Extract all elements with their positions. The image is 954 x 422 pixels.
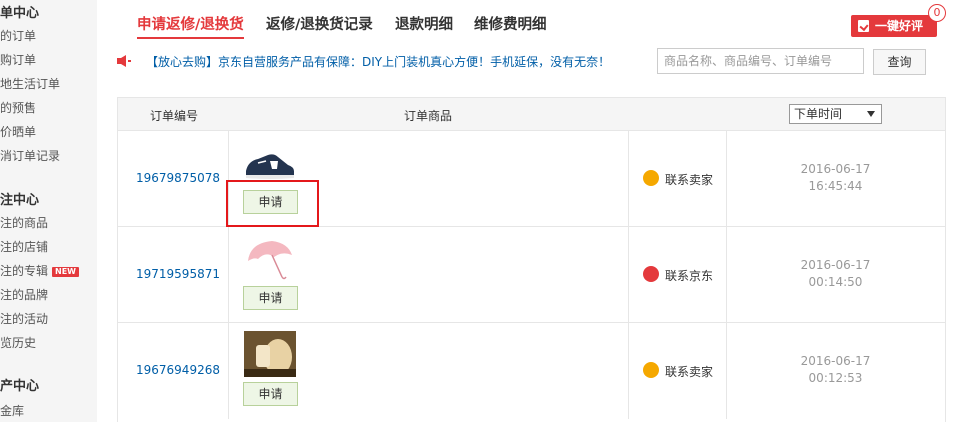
column-divider	[228, 227, 229, 323]
order-number-link[interactable]: 19676949268	[136, 363, 220, 377]
sidebar-item-followed-brands[interactable]: 注的品牌	[0, 286, 48, 303]
sidebar-item-browse-history[interactable]: 览历史	[0, 334, 36, 351]
night-light-image[interactable]	[244, 331, 296, 377]
apply-button[interactable]: 申请	[243, 286, 298, 310]
order-date: 2016-06-17	[800, 354, 871, 368]
checkbox-icon	[858, 20, 869, 32]
column-divider	[228, 323, 229, 419]
tab-apply-return[interactable]: 申请返修/退换货	[137, 13, 244, 39]
sidebar-item-my-orders[interactable]: 的订单	[0, 27, 36, 44]
search-input[interactable]	[657, 48, 864, 74]
sidebar-group-follow: 注中心	[0, 193, 40, 208]
sneaker-image[interactable]	[244, 139, 296, 185]
contact-label: 联系京东	[665, 269, 714, 283]
sort-select-value: 下单时间	[794, 107, 843, 121]
order-number-link[interactable]: 19719595871	[136, 267, 220, 281]
table-row: 19719595871 申请 联系京东 2016-06-17 00:14:50	[118, 226, 945, 323]
header-product: 订单商品	[404, 109, 453, 123]
order-clock: 16:45:44	[808, 179, 863, 193]
chat-icon	[643, 266, 659, 282]
column-divider	[628, 227, 629, 323]
order-table: 订单编号 订单商品 下单时间 19679875078 申请 联系卖家 2016-…	[117, 97, 946, 422]
tab-repair-fee-details[interactable]: 维修费明细	[474, 13, 547, 34]
sidebar-item-followed-shops[interactable]: 注的店铺	[0, 238, 48, 255]
sidebar-item-followed-products[interactable]: 注的商品	[0, 214, 48, 231]
order-date: 2016-06-17	[800, 258, 871, 272]
order-time: 2016-06-17 00:12:53	[726, 353, 945, 387]
search-button[interactable]: 查询	[873, 49, 926, 75]
sidebar-item-reviews[interactable]: 价晒单	[0, 123, 36, 140]
one-click-review-button[interactable]: 一键好评	[851, 15, 937, 37]
header-order-no: 订单编号	[150, 109, 199, 123]
sidebar: 单中心 的订单 购订单 地生活订单 的预售 价晒单 消订单记录 注中心 注的商品…	[0, 0, 97, 422]
highlight-annotation	[226, 180, 319, 227]
sidebar-item-label: 注的专辑	[0, 264, 49, 278]
sidebar-item-followed-albums[interactable]: 注的专辑 NEW	[0, 262, 79, 279]
chat-icon	[643, 362, 659, 378]
order-date: 2016-06-17	[800, 162, 871, 176]
contact-label: 联系卖家	[665, 365, 714, 379]
chat-icon	[643, 170, 659, 186]
table-header: 订单编号 订单商品 下单时间	[118, 98, 945, 130]
order-clock: 00:14:50	[808, 275, 863, 289]
review-count-badge: 0	[928, 4, 946, 22]
sidebar-group-assets: 产中心	[0, 379, 40, 394]
sidebar-item-cancelled-orders[interactable]: 消订单记录	[0, 147, 60, 164]
sidebar-group-orders: 单中心	[0, 6, 40, 21]
umbrella-image[interactable]	[244, 235, 296, 281]
order-number-link[interactable]: 19679875078	[136, 171, 220, 185]
order-time: 2016-06-17 00:14:50	[726, 257, 945, 291]
sidebar-item-followed-events[interactable]: 注的活动	[0, 310, 48, 327]
table-row: 19676949268 申请 联系卖家 2016-06-17 00:12:53	[118, 322, 945, 419]
tab-refund-details[interactable]: 退款明细	[395, 13, 453, 34]
new-badge: NEW	[52, 266, 79, 277]
order-clock: 00:12:53	[808, 371, 863, 385]
contact-label: 联系卖家	[665, 173, 714, 187]
sort-select[interactable]: 下单时间	[789, 104, 882, 124]
review-button-label: 一键好评	[875, 19, 924, 33]
column-divider	[628, 323, 629, 419]
sidebar-item-treasury[interactable]: 金库	[0, 402, 24, 419]
column-divider	[628, 131, 629, 227]
sidebar-item-group-buy-orders[interactable]: 购订单	[0, 51, 36, 68]
notice-link[interactable]: 【放心去购】京东自营服务产品有保障：DIY上门装机真心方便！手机延保，没有无奈！	[146, 53, 610, 70]
order-time: 2016-06-17 16:45:44	[726, 161, 945, 195]
chevron-down-icon	[867, 111, 875, 117]
sidebar-item-local-life-orders[interactable]: 地生活订单	[0, 75, 60, 92]
apply-button[interactable]: 申请	[243, 382, 298, 406]
tab-return-records[interactable]: 返修/退换货记录	[266, 13, 373, 34]
sidebar-item-presale[interactable]: 的预售	[0, 99, 36, 116]
speaker-icon	[117, 55, 131, 67]
